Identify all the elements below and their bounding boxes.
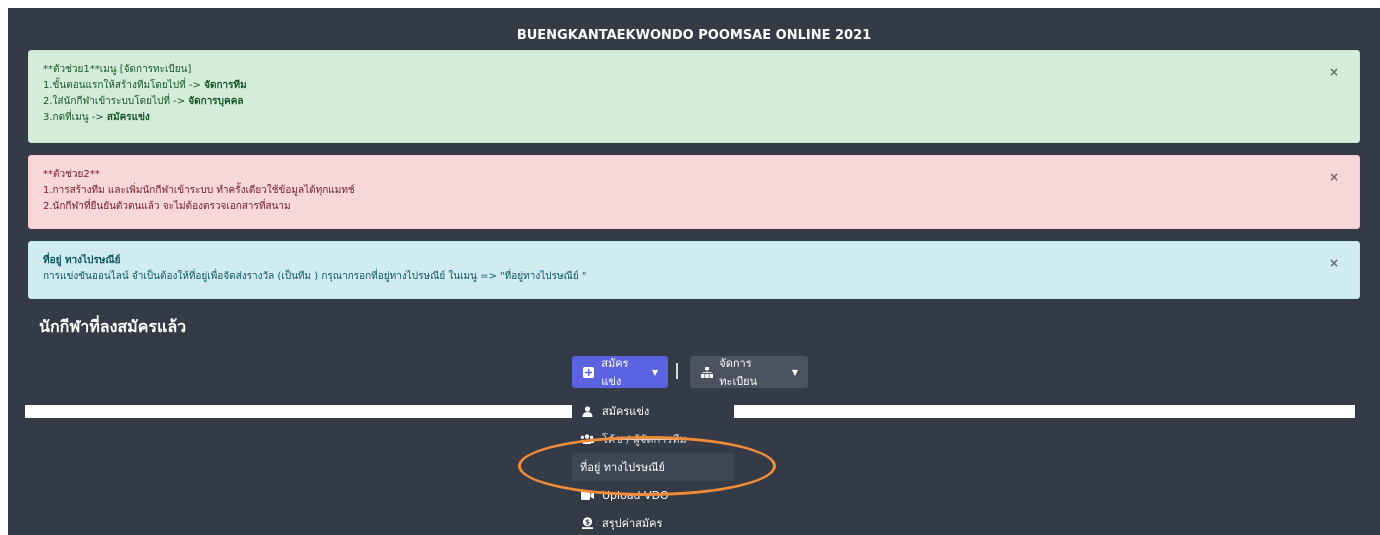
close-icon[interactable]: ×: [1329, 169, 1339, 185]
close-icon[interactable]: ×: [1329, 255, 1339, 271]
register-dropdown-button[interactable]: สมัครแข่ง ▼: [572, 356, 668, 388]
chevron-down-icon: ▼: [651, 367, 658, 377]
alert-line: 1.การสร้างทีม และเพิ่มนักกีฬาเข้าระบบ ทำ…: [43, 185, 355, 196]
menu-item-label: ที่อยู่ ทางไปรษณีย์: [580, 461, 665, 474]
section-heading: นักกีฬาที่ลงสมัครแล้ว: [39, 317, 187, 336]
alert-line: 2.นักกีฬาที่ยืนยันตัวตนแล้ว จะไม่ต้องตรว…: [43, 201, 291, 212]
menu-item-coach-manager[interactable]: โค้ช / ผู้จัดการทีม: [572, 425, 734, 453]
alert-line: 2.ใส่นักกีฬาเข้าระบบโดยไปที่ -> จัดการบุ…: [43, 94, 1345, 110]
main-panel: BUENGKANTAEKWONDO POOMSAE ONLINE 2021 **…: [8, 8, 1380, 535]
menu-item-label: สมัครแข่ง: [602, 405, 650, 418]
register-dropdown-menu: สมัครแข่ง โค้ช / ผู้จัดการทีม ที่อยู่ ทา…: [572, 391, 734, 535]
manage-registry-dropdown-button[interactable]: จัดการทะเบียน ▼: [690, 356, 808, 388]
address-alert: ที่อยู่ ทางไปรษณีย์ การแข่งขันออนไลน์ จำ…: [28, 241, 1360, 299]
alert-line: 3.กดที่เมนู -> สมัครแข่ง: [43, 110, 1345, 126]
alert-title: ที่อยู่ ทางไปรษณีย์: [43, 255, 121, 266]
alert-line: การแข่งขันออนไลน์ จำเป็นต้องให้ที่อยู่เพ…: [43, 271, 587, 282]
alert-line: 1.ขั้นตอนแรกให้สร้างทีมโดยไปที่ -> จัดกา…: [43, 78, 1345, 94]
menu-item-register[interactable]: สมัครแข่ง: [572, 397, 734, 425]
alert-text: 1.ขั้นตอนแรกให้สร้างทีมโดยไปที่ ->: [43, 80, 205, 91]
alert-line: **ตัวช่วย1**เมนู [จัดการทะเบียน]: [43, 64, 192, 75]
register-button-label: สมัครแข่ง: [601, 357, 629, 388]
menu-item-fee-summary[interactable]: $ สรุปค่าสมัคร: [572, 509, 734, 535]
menu-item-label: โค้ช / ผู้จัดการทีม: [602, 433, 687, 446]
users-icon: [580, 434, 594, 444]
alert-link-manage-team: จัดการทีม: [204, 80, 247, 91]
menu-item-upload-vdo[interactable]: Upload VDO: [572, 481, 734, 509]
money-icon: $: [580, 517, 594, 529]
menu-item-label: Upload VDO: [602, 488, 669, 502]
svg-text:$: $: [585, 518, 590, 526]
video-icon: [580, 490, 594, 500]
alert-line: **ตัวช่วย2**: [43, 169, 100, 180]
page-title: BUENGKANTAEKWONDO POOMSAE ONLINE 2021: [516, 28, 872, 43]
sitemap-icon: [700, 366, 713, 378]
alert-link-register: สมัครแข่ง: [106, 112, 150, 123]
helper-alert-1: **ตัวช่วย1**เมนู [จัดการทะเบียน] 1.ขั้นต…: [28, 50, 1360, 143]
alert-text: 2.ใส่นักกีฬาเข้าระบบโดยไปที่ ->: [43, 96, 189, 107]
plus-square-icon: [582, 366, 595, 378]
menu-item-label: สรุปค่าสมัคร: [602, 517, 663, 530]
menu-item-postal-address[interactable]: ที่อยู่ ทางไปรษณีย์: [572, 453, 734, 481]
alert-link-manage-person: จัดการบุคคล: [188, 96, 244, 107]
helper-alert-2: **ตัวช่วย2** 1.การสร้างทีม และเพิ่มนักกี…: [28, 155, 1360, 229]
chevron-down-icon: ▼: [791, 367, 798, 377]
toolbar-separator: [676, 363, 678, 379]
manage-button-label: จัดการทะเบียน: [719, 357, 758, 388]
user-icon: [580, 405, 594, 417]
close-icon[interactable]: ×: [1329, 64, 1339, 80]
alert-text: 3.กดที่เมนู ->: [43, 112, 107, 123]
